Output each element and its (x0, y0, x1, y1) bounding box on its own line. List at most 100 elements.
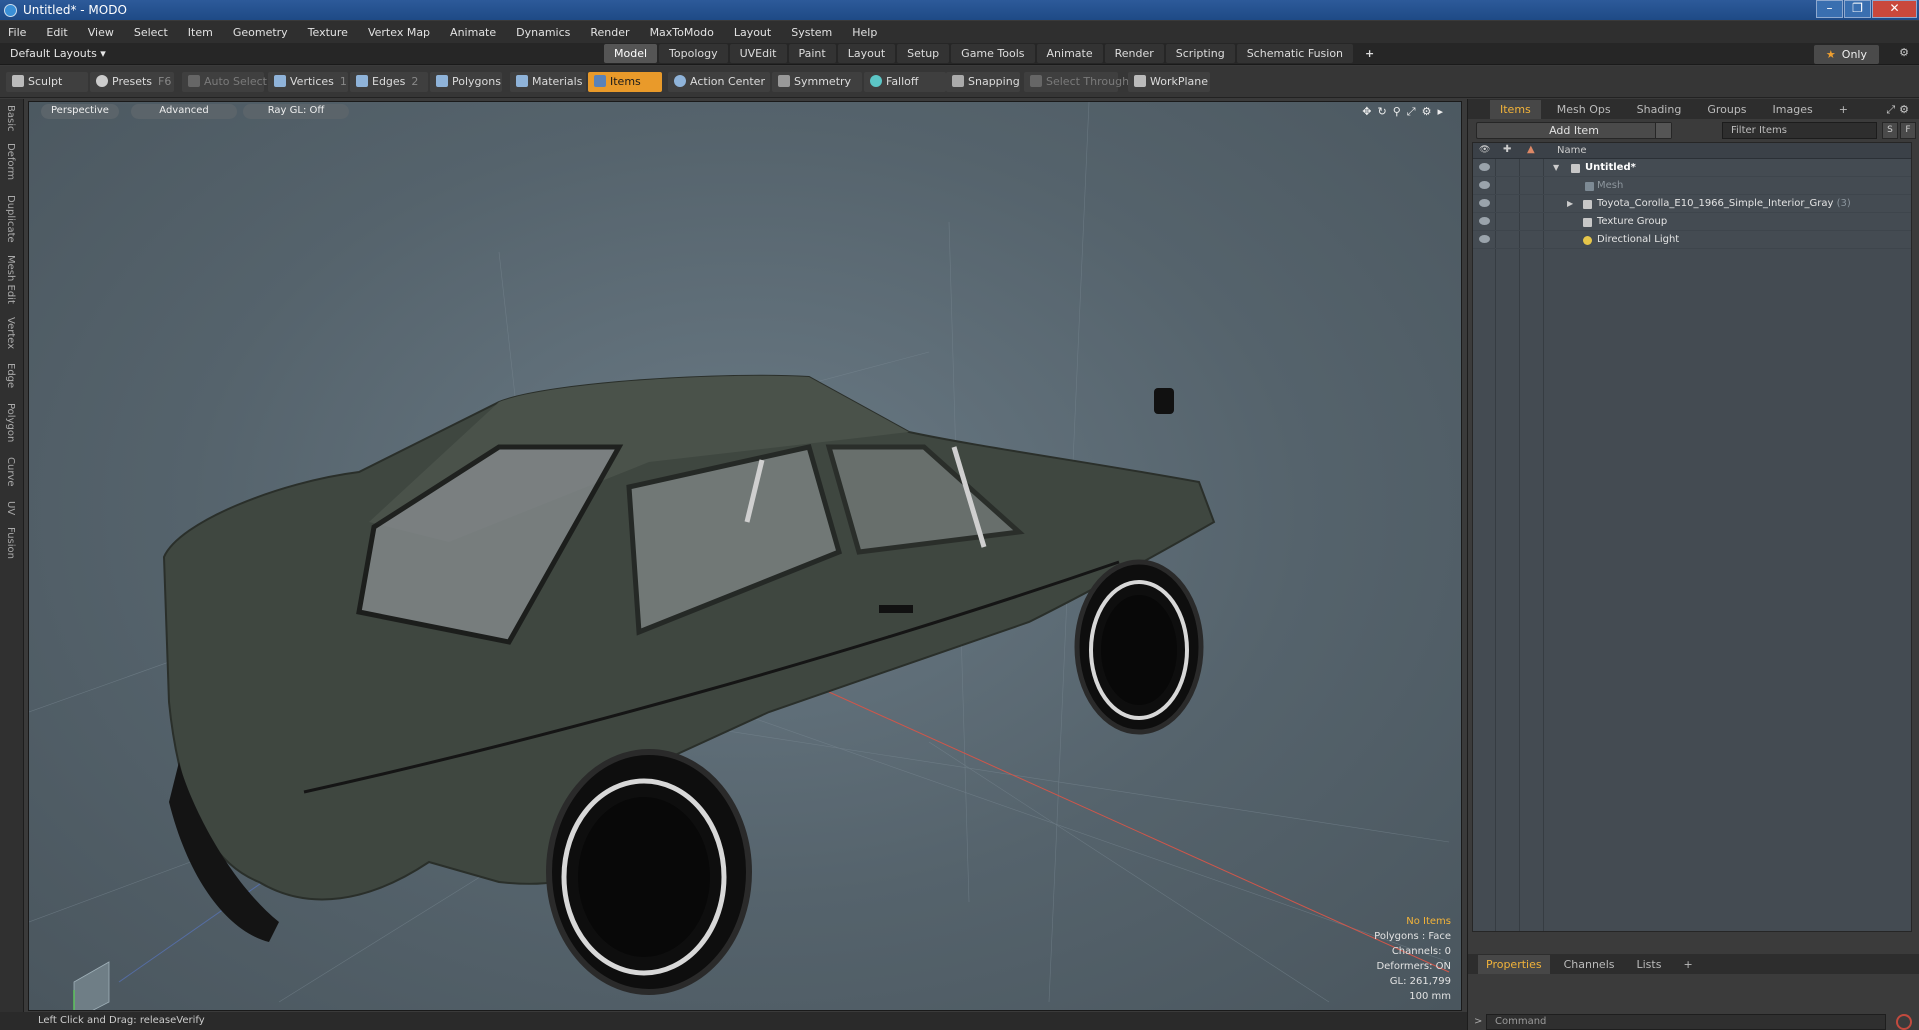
tab-lists[interactable]: Lists (1629, 955, 1670, 974)
items-button[interactable]: Items (588, 72, 662, 92)
tab-topology[interactable]: Topology (659, 44, 728, 63)
viewport-gear-icon[interactable]: ⚙ (1422, 105, 1438, 118)
menu-layout[interactable]: Layout (734, 26, 771, 39)
menu-vertex-map[interactable]: Vertex Map (368, 26, 430, 39)
command-input[interactable]: Command (1486, 1014, 1886, 1030)
workplane-button[interactable]: WorkPlane (1128, 72, 1210, 92)
filter-items-input[interactable]: Filter Items (1722, 122, 1877, 139)
left-tab-uv[interactable]: UV (5, 501, 16, 515)
left-tab-duplicate[interactable]: Duplicate (5, 195, 16, 243)
snapping-button[interactable]: Snapping (946, 72, 1020, 92)
presets-button[interactable]: Presets F6 (90, 72, 174, 92)
tab-game-tools[interactable]: Game Tools (951, 44, 1035, 63)
tab-properties[interactable]: Properties (1478, 955, 1550, 974)
falloff-button[interactable]: Falloff (864, 72, 946, 92)
zoom-icon[interactable]: ⚲ (1393, 105, 1407, 118)
advanced-button[interactable]: Advanced (131, 104, 237, 119)
fit-icon[interactable]: ⤢ (1407, 105, 1422, 118)
default-layouts-dropdown[interactable]: Default Layouts ▾ (10, 47, 106, 60)
maximize-button[interactable]: ❐ (1844, 0, 1871, 18)
eye-icon[interactable] (1479, 217, 1490, 225)
tree-row-mesh[interactable]: Mesh (1473, 177, 1911, 195)
menu-edit[interactable]: Edit (46, 26, 67, 39)
menu-maxtomodo[interactable]: MaxToModo (650, 26, 714, 39)
select-through-button[interactable]: Select Through (1024, 72, 1129, 92)
command-record-icon[interactable] (1896, 1014, 1912, 1030)
action-center-button[interactable]: Action Center (668, 72, 770, 92)
polygons-button[interactable]: Polygons (430, 72, 502, 92)
left-tab-curve[interactable]: Curve (5, 457, 16, 487)
menu-texture[interactable]: Texture (308, 26, 348, 39)
menu-system[interactable]: System (791, 26, 832, 39)
pan-icon[interactable]: ✥ (1362, 105, 1377, 118)
tab-layout[interactable]: Layout (837, 44, 896, 63)
tab-paint[interactable]: Paint (788, 44, 836, 63)
tab-mesh-ops[interactable]: Mesh Ops (1547, 100, 1621, 119)
tab-channels[interactable]: Channels (1556, 955, 1623, 974)
left-tab-polygon[interactable]: Polygon (5, 403, 16, 442)
tree-row-untitled[interactable]: ▼ Untitled* (1473, 159, 1911, 177)
left-tab-deform[interactable]: Deform (5, 143, 16, 180)
symmetry-button[interactable]: Symmetry (772, 72, 862, 92)
panel-gear-icon[interactable]: ⚙ (1899, 103, 1913, 116)
tab-scripting[interactable]: Scripting (1165, 44, 1235, 63)
tab-items[interactable]: Items (1490, 100, 1541, 119)
tree-row-directional-light[interactable]: Directional Light (1473, 231, 1911, 249)
sculpt-button[interactable]: Sculpt (6, 72, 88, 92)
render-column-icon[interactable]: ▲ (1527, 144, 1535, 155)
tab-model[interactable]: Model (604, 44, 658, 63)
f-button[interactable]: F (1900, 122, 1916, 139)
tab-groups[interactable]: Groups (1697, 100, 1756, 119)
materials-button[interactable]: Materials (510, 72, 586, 92)
menu-render[interactable]: Render (590, 26, 629, 39)
eye-icon[interactable] (1479, 181, 1490, 189)
tab-render[interactable]: Render (1104, 44, 1164, 63)
add-item-dropdown-icon[interactable] (1655, 123, 1671, 138)
add-tab-icon[interactable]: + (1355, 44, 1384, 63)
column-name[interactable]: Name (1557, 145, 1587, 156)
collapse-icon[interactable]: ▼ (1553, 159, 1559, 177)
s-button[interactable]: S (1882, 122, 1898, 139)
eye-icon[interactable] (1479, 199, 1490, 207)
eye-icon[interactable] (1479, 235, 1490, 243)
rotate-icon[interactable]: ↻ (1378, 105, 1393, 118)
left-tab-edge[interactable]: Edge (5, 363, 16, 388)
gear-icon[interactable]: ⚙ (1899, 46, 1909, 59)
menu-geometry[interactable]: Geometry (233, 26, 288, 39)
3d-viewport[interactable]: Perspective Advanced Ray GL: Off ✥↻⚲⤢⚙▸ … (28, 101, 1462, 1011)
lock-column-icon[interactable]: ✚ (1503, 144, 1511, 155)
tab-animate[interactable]: Animate (1036, 44, 1103, 63)
tab-setup[interactable]: Setup (897, 44, 950, 63)
menu-dynamics[interactable]: Dynamics (516, 26, 570, 39)
only-button[interactable]: ★ Only (1813, 45, 1879, 64)
perspective-button[interactable]: Perspective (41, 104, 119, 119)
add-properties-tab-icon[interactable]: + (1675, 955, 1700, 974)
edges-button[interactable]: Edges 2 (350, 72, 428, 92)
left-tab-fusion[interactable]: Fusion (5, 527, 16, 559)
menu-file[interactable]: File (8, 26, 26, 39)
menu-help[interactable]: Help (852, 26, 877, 39)
menu-select[interactable]: Select (134, 26, 168, 39)
tab-schematic-fusion[interactable]: Schematic Fusion (1236, 44, 1354, 63)
tab-uvedit[interactable]: UVEdit (729, 44, 787, 63)
menu-item[interactable]: Item (188, 26, 213, 39)
add-panel-tab-icon[interactable]: + (1829, 100, 1858, 119)
visibility-column-icon[interactable]: 👁 (1479, 145, 1490, 155)
menu-animate[interactable]: Animate (450, 26, 496, 39)
tab-images[interactable]: Images (1763, 100, 1823, 119)
raygl-button[interactable]: Ray GL: Off (243, 104, 349, 119)
expand-icon[interactable]: ▶ (1567, 195, 1573, 213)
menu-view[interactable]: View (88, 26, 114, 39)
auto-select-button[interactable]: Auto Select (182, 72, 267, 92)
tab-shading[interactable]: Shading (1627, 100, 1692, 119)
left-tab-vertex[interactable]: Vertex (5, 317, 16, 349)
close-button[interactable]: ✕ (1872, 0, 1917, 18)
add-item-button[interactable]: Add Item (1476, 122, 1672, 139)
minimize-button[interactable]: – (1816, 0, 1843, 18)
eye-icon[interactable] (1479, 163, 1490, 171)
left-tab-basic[interactable]: Basic (5, 105, 16, 131)
left-tab-mesh-edit[interactable]: Mesh Edit (5, 255, 16, 304)
viewport-menu-icon[interactable]: ▸ (1437, 105, 1449, 118)
expand-icon[interactable]: ⤢ (1886, 103, 1899, 116)
tree-row-toyota[interactable]: ▶ Toyota_Corolla_E10_1966_Simple_Interio… (1473, 195, 1911, 213)
